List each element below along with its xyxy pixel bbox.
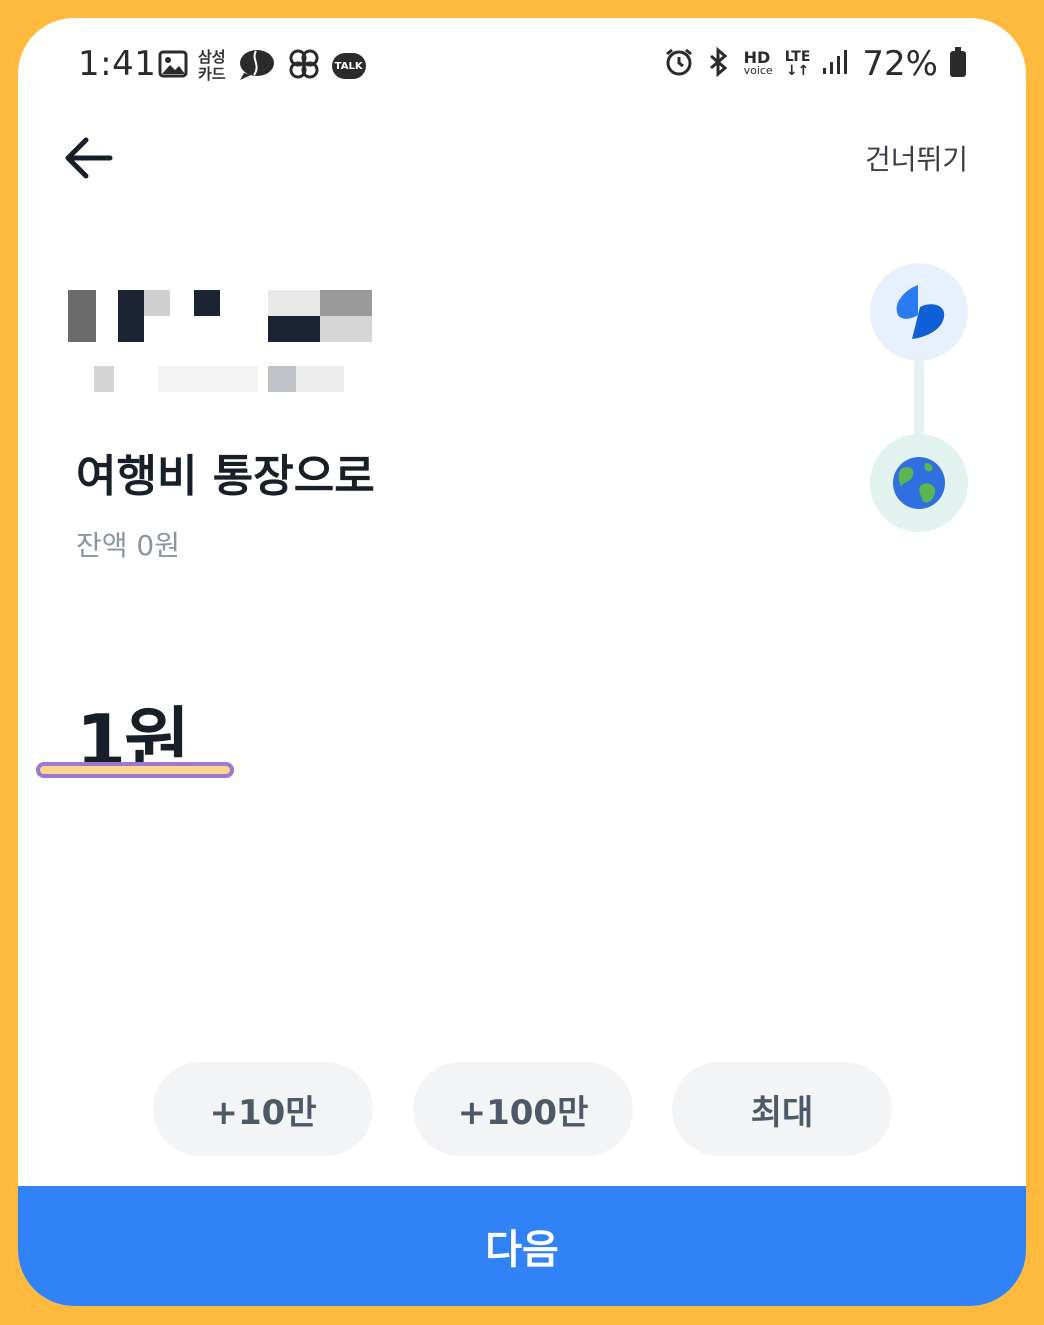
lte-label: LTE <box>784 49 811 65</box>
hd-voice-icon: HD voice <box>743 48 773 78</box>
add-1m-button[interactable]: +100만 <box>413 1062 633 1156</box>
blurred-account-info <box>68 270 388 400</box>
status-time: 1:41 <box>78 44 157 84</box>
back-arrow-icon <box>65 137 113 179</box>
battery-percent: 72% <box>862 44 938 84</box>
pinwheel-icon <box>286 46 322 86</box>
back-button[interactable] <box>62 134 118 182</box>
balance-text: 잔액 0원 <box>76 529 180 562</box>
globe-icon <box>893 457 945 509</box>
battery-icon <box>950 47 966 77</box>
notification-icons: 삼성 카드 TALK <box>158 46 366 86</box>
alarm-icon <box>664 47 694 81</box>
bluetooth-icon <box>706 46 732 81</box>
amount-underline <box>36 762 234 778</box>
system-icons: HD voice LTE ↓↑ 72% <box>664 44 966 84</box>
max-button[interactable]: 최대 <box>672 1062 892 1156</box>
source-account-icon <box>870 263 968 361</box>
next-button[interactable]: 다음 <box>18 1186 1026 1306</box>
gallery-icon <box>158 49 188 83</box>
data-arrows-icon: ↓↑ <box>785 63 810 79</box>
add-100k-button[interactable]: +10만 <box>153 1062 373 1156</box>
kakaotalk-icon: TALK <box>331 53 366 79</box>
target-account-title: 여행비 통장으로 <box>76 451 375 502</box>
chat-bubble-icon <box>236 47 276 85</box>
card-line-2: 카드 <box>198 65 226 83</box>
lte-icon: LTE ↓↑ <box>785 50 811 78</box>
hd-sub: voice <box>743 64 773 77</box>
toss-logo-icon <box>896 285 945 339</box>
samsung-card-icon: 삼성 카드 <box>198 49 226 83</box>
signal-icon <box>822 48 850 80</box>
status-bar: 1:41 삼성 카드 TALK HD voice LTE ↓↑ 72% <box>18 18 1026 114</box>
card-line-1: 삼성 <box>198 48 226 66</box>
hd-label: HD <box>743 48 771 67</box>
phone-screen: 1:41 삼성 카드 TALK HD voice LTE ↓↑ 72% 건너뛰기… <box>18 18 1026 1306</box>
destination-account-icon <box>870 434 968 532</box>
skip-button[interactable]: 건너뛰기 <box>865 138 968 178</box>
